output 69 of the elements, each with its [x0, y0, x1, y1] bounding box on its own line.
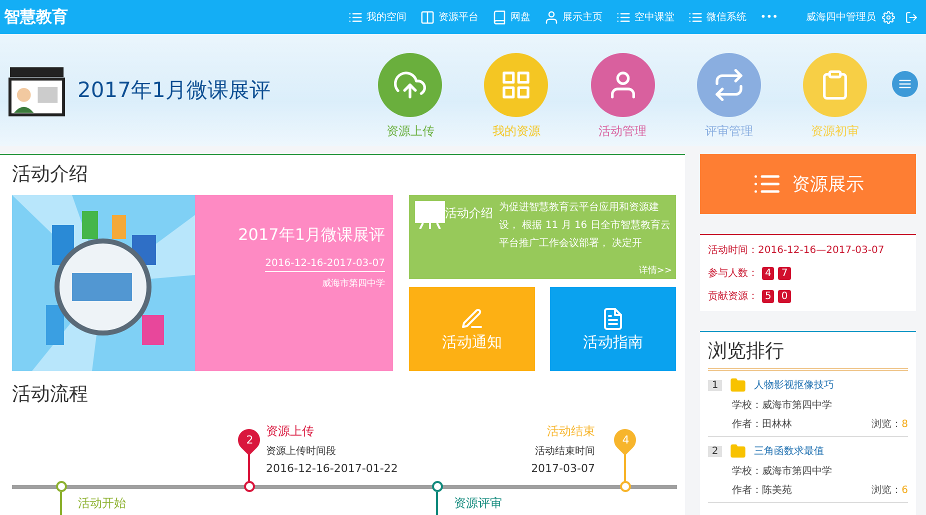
action-link[interactable]: 资源上传 [357, 52, 464, 140]
step-number: 4 [622, 434, 628, 446]
step-title: 资源评审 [454, 495, 502, 512]
menu-button[interactable] [892, 71, 918, 98]
folder-icon [730, 443, 746, 459]
activity-dates: 2016-12-16-2017-03-07 [265, 258, 385, 272]
intro-text: 为促进智慧教育云平台应用和资源建设， 根据 11 月 16 日全市智慧教育云平台推广工作会议部署， 决定开 [499, 200, 672, 251]
showcase-button[interactable]: 资源展示 [700, 154, 916, 214]
views-count: 浏览：8 [872, 418, 908, 431]
section-heading: 浏览排行 [708, 332, 908, 371]
pin-stem [436, 492, 438, 515]
school-text: 学校：威海市第四中学 [732, 398, 832, 412]
nav-link[interactable]: 我的空间 [348, 10, 406, 25]
settings-icon[interactable] [882, 10, 895, 24]
section-heading: 活动流程 [12, 382, 89, 407]
step-description: 活动结束时间 [535, 444, 595, 458]
action-link[interactable]: 活动管理 [570, 52, 676, 140]
pencil-icon [460, 306, 484, 330]
author-text: 作者：陈美苑 [732, 484, 792, 497]
digit-counter: 5 [762, 290, 774, 302]
resource-link[interactable]: 三角函数求最值 [754, 444, 824, 458]
nav-link[interactable]: 网盘 [492, 10, 530, 25]
activity-title: 2017年1月微课展评 [78, 77, 272, 104]
step-title: 活动结束 [547, 423, 595, 440]
nav-link[interactable]: 资源平台 [420, 10, 478, 25]
logout-icon[interactable] [905, 10, 918, 24]
step-description: 资源上传时间段 [266, 444, 336, 458]
rank-number: 1 [708, 380, 722, 390]
school-text: 学校：威海市第四中学 [732, 464, 832, 478]
pin-stem [60, 492, 62, 515]
step-ring [620, 481, 631, 492]
panel-icon [420, 10, 436, 25]
details-link[interactable]: 详情>> [638, 264, 672, 277]
user-name[interactable]: 威海四中管理员 [806, 10, 876, 24]
stats-label: 贡献资源： [708, 290, 758, 303]
section-heading: 活动介绍 [12, 162, 89, 187]
more-menu[interactable]: ••• [760, 12, 778, 23]
step-ring [244, 481, 255, 492]
digit-counter: 4 [762, 266, 774, 280]
action-link[interactable]: 资源初审 [782, 52, 888, 140]
resource-link[interactable]: 人物影视抠像技巧 [754, 378, 834, 392]
rank-number: 2 [708, 446, 722, 456]
tile-button[interactable]: 活动通知 [409, 287, 535, 371]
action-link[interactable]: 评审管理 [676, 52, 782, 140]
stats-text: 活动时间：2016-12-16—2017-03-07 [708, 244, 884, 257]
digit-counter: 0 [778, 290, 791, 302]
person-icon [544, 10, 560, 25]
step-title: 资源上传 [266, 423, 314, 440]
action-link[interactable]: 我的资源 [463, 52, 570, 140]
step-date: 2017-03-07 [531, 462, 595, 475]
stats-label: 参与人数： [708, 266, 758, 280]
activity-title: 2017年1月微课展评 [238, 225, 385, 246]
site-logo: 智慧教育 [4, 6, 69, 28]
folder-icon [730, 377, 746, 393]
step-date: 2016-12-16-2017-01-22 [266, 462, 398, 475]
step-title: 活动开始 [78, 495, 126, 512]
digit-counter: 7 [778, 266, 791, 280]
book-icon [492, 10, 508, 25]
school-name: 威海市第四中学 [322, 278, 385, 290]
views-count: 浏览：6 [872, 484, 908, 497]
board-icon [415, 199, 445, 229]
step-number: 2 [246, 434, 252, 446]
nav-link[interactable]: 展示主页 [544, 10, 602, 25]
tile-button[interactable]: 活动指南 [550, 287, 676, 371]
author-text: 作者：田林林 [732, 418, 792, 431]
intro-label: 活动介绍 [445, 205, 493, 222]
nav-link[interactable]: 空中课堂 [616, 10, 674, 25]
nav-link[interactable]: 微信系统 [688, 10, 746, 25]
document-icon [601, 306, 625, 330]
